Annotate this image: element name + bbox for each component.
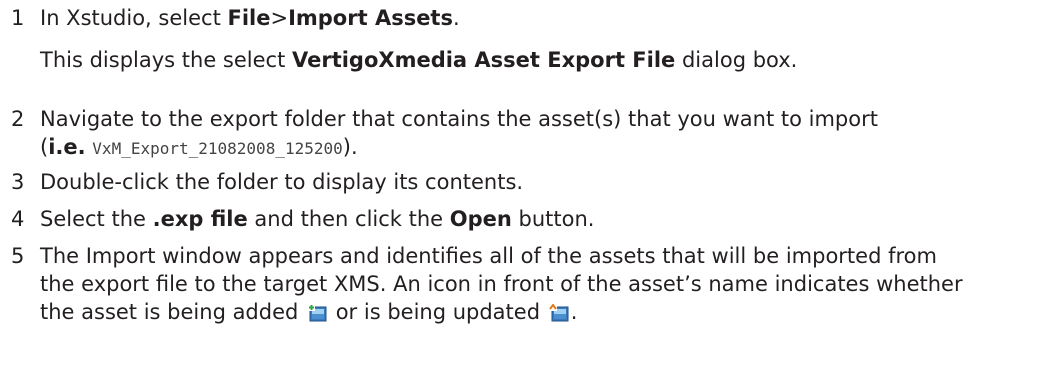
step-text-end: button.	[511, 207, 595, 231]
step-text: the export file to the target XMS. An ic…	[40, 272, 963, 296]
step-2: 2 Navigate to the export folder that cont…	[11, 105, 878, 133]
step-1-note: This displays the select VertigoXmedia A…	[40, 46, 797, 74]
menu-separator: >	[270, 6, 289, 30]
step-text-end: .	[452, 6, 460, 30]
dialog-name: VertigoXmedia Asset Export File	[291, 48, 676, 72]
step-number: 2	[11, 107, 25, 131]
step-5-line-3: the asset is being added or is being upd…	[40, 298, 577, 326]
step-text: The Import window appears and identifies…	[40, 244, 937, 268]
asset-updated-icon	[548, 301, 569, 322]
step-2-line-2: (i.e. VxM_Export_21082008_125200).	[40, 133, 358, 163]
step-4: 4 Select the .exp file and then click the…	[11, 205, 594, 233]
step-5: 5 The Import window appears and identifie…	[11, 242, 937, 270]
step-3: 3 Double-click the folder to display its …	[11, 168, 523, 196]
ie-label: i.e.	[48, 135, 86, 159]
paren-open: (	[40, 135, 49, 159]
paren-close: ).	[342, 135, 358, 159]
step-text-mid: or is being updated	[329, 300, 547, 324]
asset-added-icon	[307, 301, 327, 322]
step-number: 3	[11, 170, 25, 194]
step-text: In Xstudio, select	[40, 6, 228, 30]
step-text-mid: and then click the	[247, 207, 450, 231]
step-1: 1 In Xstudio, select File>Import Assets.	[11, 4, 460, 32]
step-text: the asset is being added	[40, 300, 306, 324]
step-text: Select the	[40, 207, 153, 231]
step-number: 1	[11, 6, 25, 30]
note-text: This displays the select	[40, 48, 292, 72]
step-number: 4	[11, 207, 25, 231]
menu-import-assets: Import Assets	[288, 6, 453, 30]
step-text: Navigate to the export folder that conta…	[40, 107, 878, 131]
step-number: 5	[11, 244, 25, 268]
menu-file: File	[227, 6, 271, 30]
exp-file-label: .exp file	[152, 207, 248, 231]
step-text-end: .	[570, 300, 578, 324]
open-button-label: Open	[449, 207, 512, 231]
folder-name-code: VxM_Export_21082008_125200	[92, 139, 343, 158]
step-text: Double-click the folder to display its c…	[40, 170, 524, 194]
note-text-end: dialog box.	[675, 48, 798, 72]
step-5-line-2: the export file to the target XMS. An ic…	[40, 270, 963, 298]
